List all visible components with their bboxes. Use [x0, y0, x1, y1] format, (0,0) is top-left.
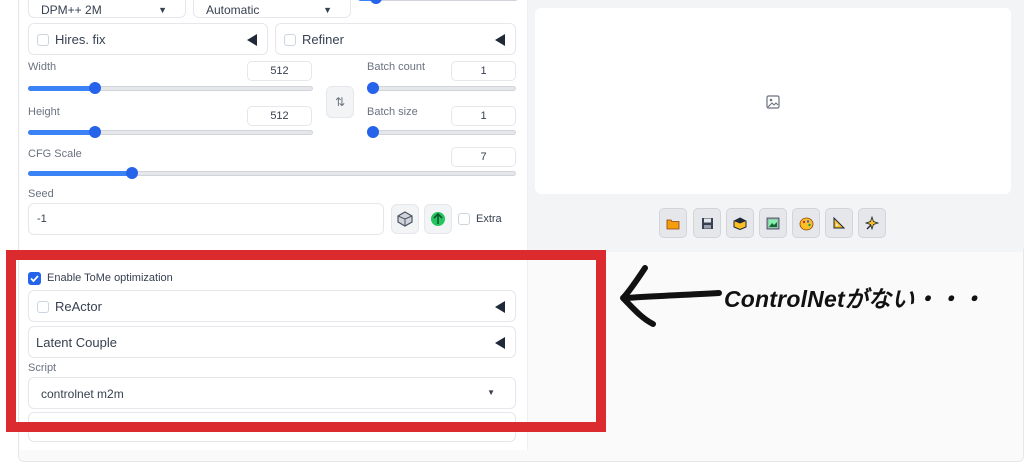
- width-input[interactable]: 512: [247, 61, 312, 81]
- batch-count-label: Batch count: [367, 61, 426, 73]
- send-to-img2img-icon[interactable]: [759, 208, 787, 238]
- cfg-scale-slider[interactable]: [28, 167, 516, 179]
- slider-thumb[interactable]: [126, 167, 138, 179]
- chevron-down-icon: ▼: [323, 5, 332, 15]
- batch-count-input[interactable]: 1: [451, 61, 516, 81]
- slider-thumb[interactable]: [367, 82, 379, 94]
- extra-label: Extra: [476, 213, 502, 225]
- sparkle-icon[interactable]: [858, 208, 886, 238]
- batch-count-slider[interactable]: [367, 82, 516, 94]
- send-to-extras-icon[interactable]: [825, 208, 853, 238]
- slider-thumb[interactable]: [367, 126, 379, 138]
- zip-icon[interactable]: [726, 208, 754, 238]
- refiner-accordion[interactable]: Refiner: [275, 23, 516, 55]
- chevron-down-icon: ▼: [158, 5, 167, 15]
- slider-thumb[interactable]: [89, 126, 101, 138]
- extra-checkbox[interactable]: [458, 213, 470, 225]
- send-to-inpaint-icon[interactable]: [792, 208, 820, 238]
- cfg-scale-label: CFG Scale: [28, 148, 82, 160]
- slider-thumb[interactable]: [89, 82, 101, 94]
- refiner-label: Refiner: [302, 32, 344, 47]
- seed-label: Seed: [28, 188, 54, 200]
- schedule-select[interactable]: Automatic ▼: [193, 0, 351, 18]
- recycle-icon[interactable]: [424, 204, 452, 234]
- hires-fix-label: Hires. fix: [55, 32, 106, 47]
- hires-fix-accordion[interactable]: Hires. fix: [28, 23, 268, 55]
- width-label: Width: [28, 61, 57, 73]
- image-placeholder-icon: [766, 95, 780, 109]
- seed-input[interactable]: -1: [28, 203, 384, 235]
- open-folder-icon[interactable]: [659, 208, 687, 238]
- batch-size-label: Batch size: [367, 106, 418, 118]
- collapse-arrow-icon[interactable]: [495, 34, 505, 46]
- schedule-value: Automatic: [206, 3, 260, 17]
- arrow-left-icon: [620, 265, 722, 327]
- height-input[interactable]: 512: [247, 106, 312, 126]
- swap-dimensions-button[interactable]: ⇅: [326, 86, 354, 118]
- collapse-arrow-icon[interactable]: [247, 34, 257, 46]
- highlight-box: [6, 250, 606, 432]
- sampler-value: DPM++ 2M: [41, 3, 102, 17]
- slider-thumb[interactable]: [370, 0, 382, 4]
- hires-fix-checkbox[interactable]: [37, 34, 49, 46]
- cfg-scale-input[interactable]: 7: [451, 147, 516, 167]
- dice-icon[interactable]: [391, 204, 419, 234]
- annotation-text: ControlNetがない・・・: [724, 286, 985, 312]
- batch-size-slider[interactable]: [367, 126, 516, 138]
- steps-slider[interactable]: [358, 0, 518, 4]
- width-slider[interactable]: [28, 82, 313, 94]
- height-label: Height: [28, 106, 60, 118]
- save-icon[interactable]: [693, 208, 721, 238]
- image-output-area: [535, 8, 1011, 194]
- height-slider[interactable]: [28, 126, 313, 138]
- batch-size-input[interactable]: 1: [451, 106, 516, 126]
- sampler-select[interactable]: DPM++ 2M ▼: [28, 0, 186, 18]
- refiner-checkbox[interactable]: [284, 34, 296, 46]
